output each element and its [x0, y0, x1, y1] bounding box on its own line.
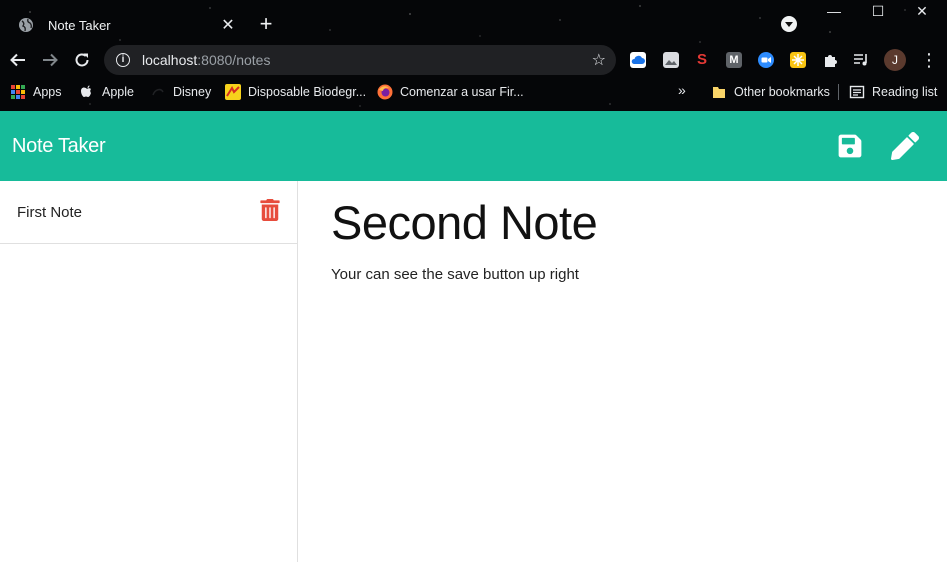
note-text-area[interactable]: Your can see the save button up right [331, 266, 931, 283]
reading-list[interactable]: Reading list [849, 82, 937, 102]
maximize-button[interactable]: ☐ [858, 2, 898, 22]
note-list-item[interactable]: First Note [0, 181, 297, 244]
reload-icon [75, 53, 89, 67]
m-extension-icon[interactable]: M [726, 52, 742, 68]
back-button[interactable] [7, 49, 29, 71]
apple-icon [81, 85, 91, 97]
bookmarks-overflow-icon[interactable]: » [678, 82, 686, 98]
zoom-extension-icon[interactable] [758, 52, 774, 68]
bookmark-apps[interactable]: Apps [11, 82, 62, 102]
bookmark-disposable-biodegr[interactable]: Disposable Biodegr... [225, 82, 366, 102]
bookmark-label: Disney [173, 85, 212, 99]
folder-icon [713, 87, 725, 98]
reload-button[interactable] [71, 49, 93, 71]
bookmark-favicon-icon [225, 84, 241, 100]
sparkle-icon [792, 54, 804, 66]
firefox-icon [377, 84, 393, 100]
app-title[interactable]: Note Taker [12, 135, 106, 158]
image-icon [665, 60, 677, 65]
browser-chrome: Note Taker ✕ + — ☐ ✕ i localhost:8080/no… [0, 0, 947, 111]
new-note-button[interactable] [891, 132, 919, 161]
note-editor: Second Note Your can see the save button… [331, 181, 931, 562]
forward-button[interactable] [39, 49, 61, 71]
bookmark-label: Other bookmarks [734, 85, 830, 99]
apps-grid-icon [11, 85, 25, 99]
trash-icon[interactable] [260, 199, 280, 221]
tab-title: Note Taker [48, 17, 111, 33]
minimize-button[interactable]: — [814, 2, 854, 22]
arrow-left-icon [10, 53, 25, 67]
bookmark-apple[interactable]: Apple [79, 82, 134, 102]
browser-menu-icon[interactable]: ⋮ [920, 48, 938, 72]
tab-close-icon[interactable]: ✕ [220, 15, 236, 35]
site-info-icon[interactable]: i [116, 53, 130, 67]
pencil-icon [891, 132, 919, 161]
bookmark-disney[interactable]: Disney [150, 82, 211, 102]
bookmark-label: Reading list [872, 85, 938, 99]
close-window-button[interactable]: ✕ [902, 2, 942, 22]
disney-icon [152, 88, 164, 96]
url-path: :8080/notes [197, 52, 271, 68]
note-list-item-title: First Note [17, 203, 83, 221]
notes-sidebar: First Note [0, 181, 298, 562]
extensions-button[interactable] [822, 52, 838, 68]
sparkle-extension-icon[interactable] [790, 52, 806, 68]
save-note-button[interactable] [837, 133, 863, 159]
tab-search-button[interactable] [781, 16, 797, 32]
cloud-icon [631, 55, 645, 64]
note-title-input[interactable]: Second Note [331, 195, 931, 250]
browser-tab[interactable]: Note Taker ✕ [8, 8, 244, 42]
address-bar[interactable]: i localhost:8080/notes ☆ [104, 45, 616, 75]
bookmark-star-icon[interactable]: ☆ [592, 50, 606, 70]
arrow-right-icon [43, 53, 58, 67]
bookmarks-divider [838, 84, 839, 100]
bookmark-label: Apps [33, 85, 62, 99]
media-control-button[interactable] [853, 52, 869, 68]
bookmark-label: Apple [102, 85, 134, 99]
cloud-extension-icon[interactable] [630, 52, 646, 68]
other-bookmarks[interactable]: Other bookmarks [711, 82, 830, 102]
url-host: localhost [142, 52, 198, 68]
save-icon [838, 134, 862, 158]
playlist-icon [854, 54, 867, 66]
bookmark-label: Disposable Biodegr... [248, 85, 367, 99]
globe-icon [19, 18, 33, 32]
new-tab-button[interactable]: + [256, 12, 276, 36]
profile-avatar[interactable]: J [884, 49, 906, 71]
puzzle-icon [825, 55, 837, 67]
screenshot-extension-icon[interactable] [663, 52, 679, 68]
bookmark-label: Comenzar a usar Fir... [400, 85, 524, 99]
bookmark-comenzar-firefox[interactable]: Comenzar a usar Fir... [377, 82, 524, 102]
app-header: Note Taker [0, 111, 947, 181]
url-text[interactable]: localhost:8080/notes [142, 52, 592, 68]
s-extension-icon[interactable]: S [694, 52, 710, 68]
video-icon [761, 57, 771, 63]
reading-list-icon [849, 85, 865, 99]
